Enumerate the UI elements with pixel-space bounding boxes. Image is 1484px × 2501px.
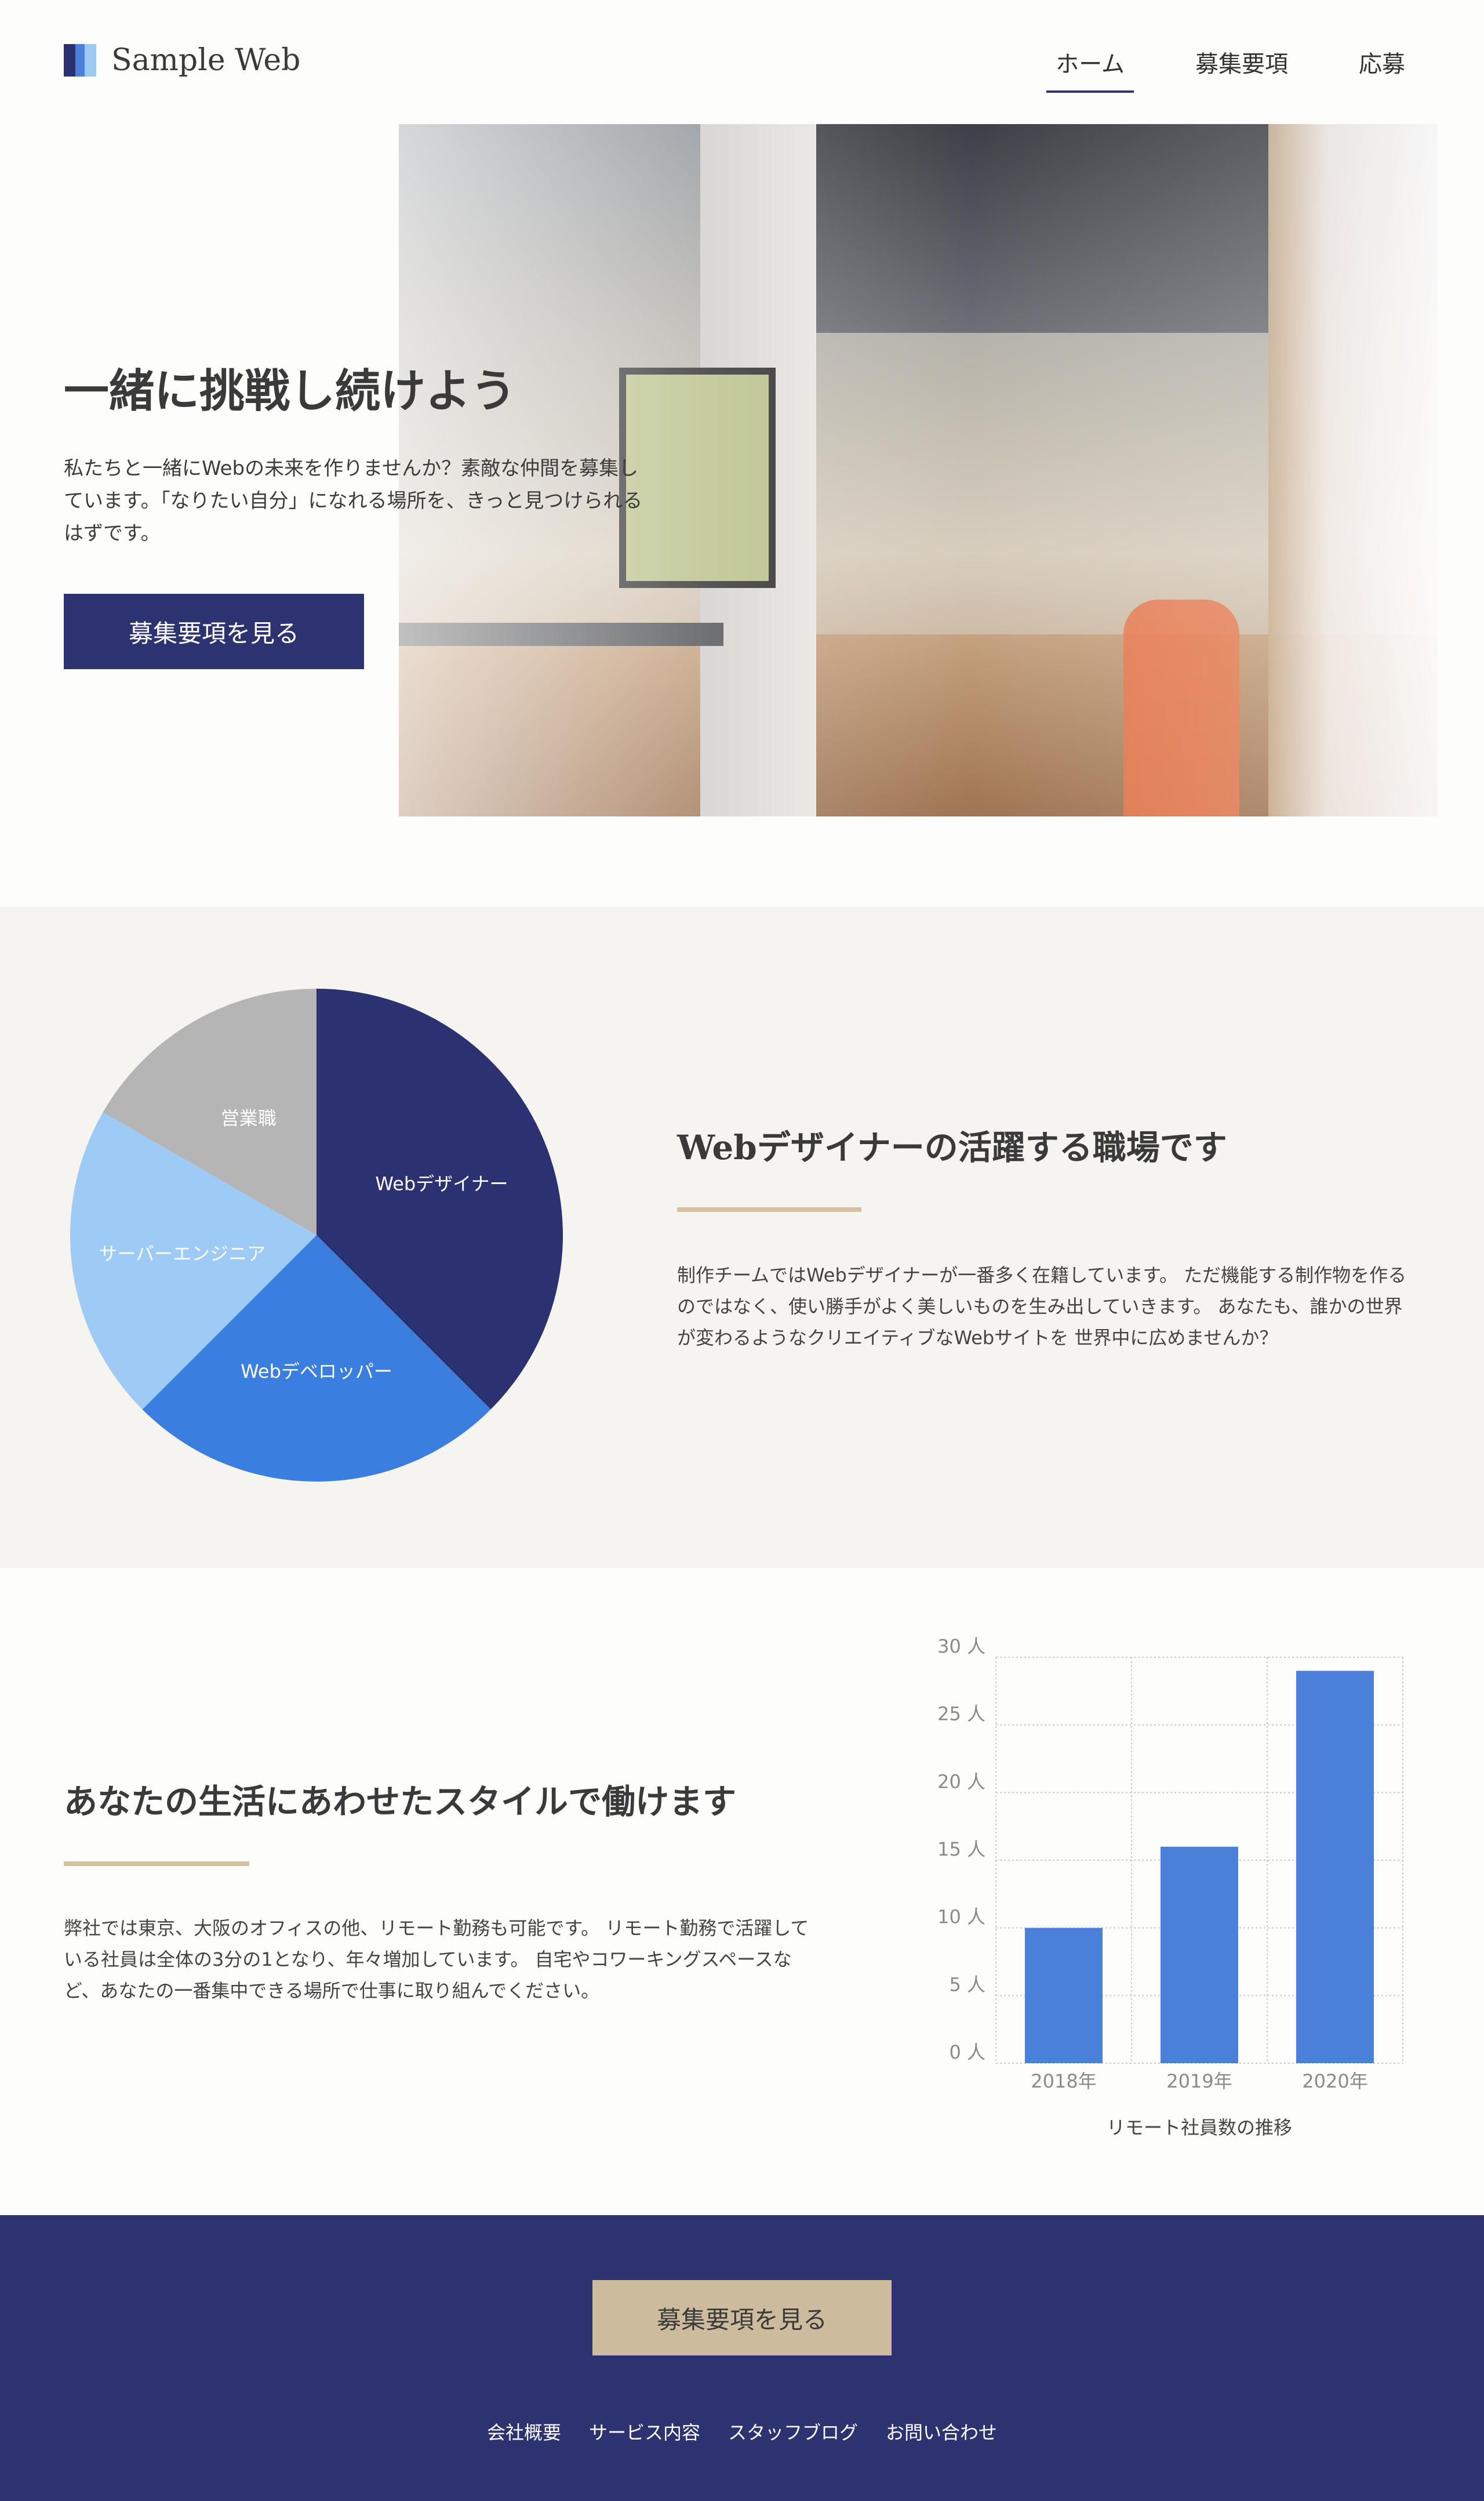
pie-slice-label: 営業職: [221, 1108, 277, 1130]
site-header: Sample Web ホーム 募集要項 応募: [0, 0, 1484, 122]
nav-item-apply[interactable]: 応募: [1350, 45, 1414, 93]
footer-link-blog[interactable]: スタッフブログ: [728, 2418, 858, 2445]
remote-staff-bar-chart: 0 人 5 人 10 人 15 人 20 人 25 人 30 人 2018年 2019年 2020…: [937, 1635, 1403, 2139]
footer-links: 会社概要 サービス内容 スタッフブログ お問い合わせ: [0, 2418, 1484, 2445]
y-tick-label: 30 人: [937, 1635, 985, 1657]
bar: [1025, 1928, 1103, 2063]
x-tick-label: 2018年: [1031, 2070, 1096, 2092]
hero-description: 私たちと一緒にWebの未来を作りませんか？素敵な仲間を募集しています。「なりたい…: [64, 457, 643, 545]
bar: [1161, 1846, 1238, 2063]
roles-pie-chart: Webデザイナー Webデベロッパー サーバーエンジニア 営業職: [70, 989, 563, 1482]
site-footer: [0, 2215, 1484, 2501]
pie-slice-label: Webデベロッパー: [241, 1360, 392, 1382]
y-tick-label: 5 人: [949, 1973, 985, 1995]
remote-section-text: 弊社では東京、大阪のオフィスの他、リモート勤務も可能です。 リモート勤務で活躍し…: [64, 1917, 809, 2002]
footer-link-company[interactable]: 会社概要: [487, 2418, 561, 2445]
nav-item-requirements[interactable]: 募集要項: [1186, 45, 1297, 93]
footer-link-services[interactable]: サービス内容: [589, 2418, 700, 2445]
roles-section-title: Webデザイナーの活躍する職場です: [677, 1128, 1227, 1167]
hero-title: 一緒に挑戦し続けよう: [64, 365, 517, 418]
y-tick-label: 0 人: [949, 2041, 985, 2063]
y-tick-label: 10 人: [937, 1906, 985, 1928]
logo-mark-icon: [64, 44, 96, 77]
main-nav: ホーム 募集要項 応募: [994, 45, 1414, 93]
chart-caption: リモート社員数の推移: [1107, 2117, 1292, 2139]
footer-link-contact[interactable]: お問い合わせ: [886, 2418, 997, 2445]
y-tick-label: 15 人: [937, 1838, 985, 1860]
nav-item-home[interactable]: ホーム: [1046, 45, 1134, 93]
title-underline: [677, 1207, 861, 1212]
title-underline: [64, 1861, 249, 1866]
x-tick-label: 2019年: [1166, 2070, 1232, 2092]
x-tick-label: 2020年: [1302, 2070, 1367, 2092]
y-tick-label: 20 人: [937, 1770, 985, 1792]
view-requirements-button[interactable]: 募集要項を見る: [64, 594, 364, 669]
pie-slice-label: サーバーエンジニア: [99, 1243, 265, 1265]
footer-requirements-button[interactable]: 募集要項を見る: [592, 2280, 892, 2355]
roles-section-text: 制作チームではWebデザイナーが一番多く在籍しています。 ただ機能する制作物を作…: [677, 1264, 1407, 1349]
remote-section-title: あなたの生活にあわせたスタイルで働けます: [64, 1782, 737, 1821]
site-logo[interactable]: Sample Web: [64, 43, 300, 78]
y-tick-label: 25 人: [937, 1703, 985, 1725]
bar: [1296, 1671, 1374, 2063]
logo-text: Sample Web: [111, 43, 301, 78]
pie-slice-label: Webデザイナー: [375, 1173, 508, 1195]
